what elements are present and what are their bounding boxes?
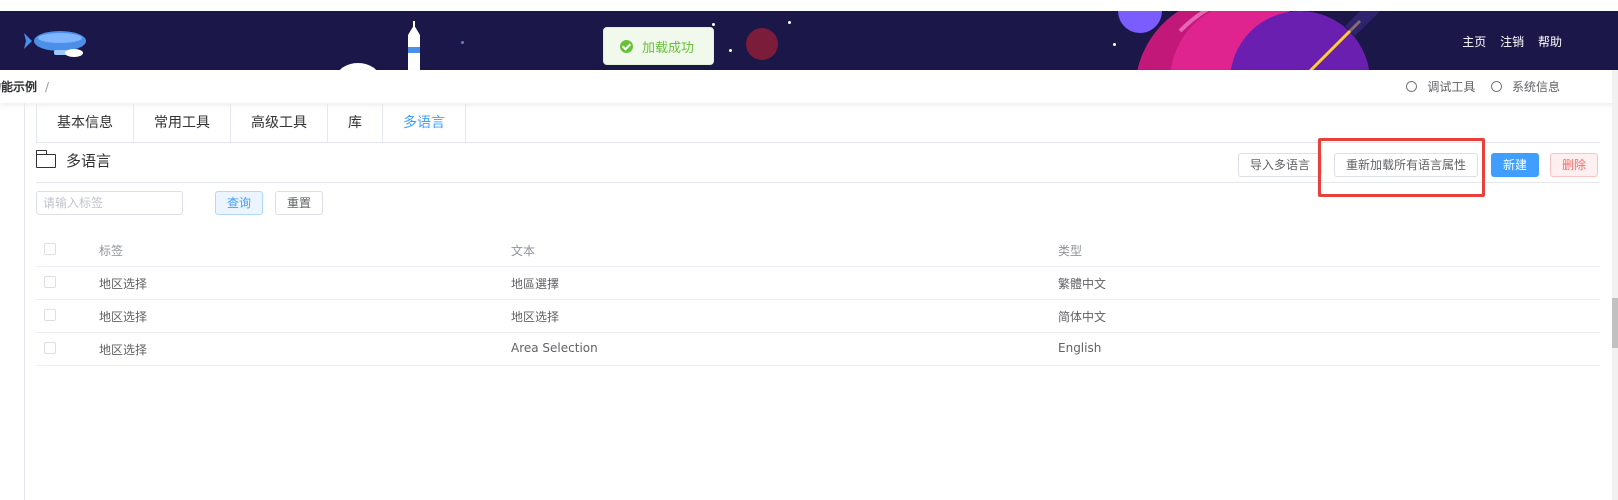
cell-label: 地区选择 — [99, 310, 148, 324]
planet-decoration-icon — [1118, 11, 1380, 70]
cell-text: Area Selection — [511, 341, 598, 355]
row-checkbox[interactable] — [44, 276, 56, 288]
breadcrumb-current[interactable]: 功能示例 — [0, 80, 37, 94]
cell-type: English — [1058, 341, 1102, 355]
new-button[interactable]: 新建 — [1491, 153, 1540, 177]
cell-type: 繁體中文 — [1058, 277, 1107, 291]
gear-icon — [1491, 81, 1503, 92]
debug-tool-link[interactable]: 调试工具 — [1400, 80, 1475, 94]
nav-home-link[interactable]: 主页 — [1462, 35, 1486, 49]
header-tools: 调试工具 系统信息 — [1394, 78, 1560, 95]
tab-advanced-tools[interactable]: 高级工具 — [230, 104, 327, 142]
debug-tool-label: 调试工具 — [1427, 80, 1476, 94]
query-button[interactable]: 查询 — [215, 191, 264, 215]
toast-message: 加载成功 — [642, 40, 695, 56]
cell-type: 简体中文 — [1058, 310, 1107, 324]
moon-decoration-icon — [746, 28, 778, 60]
top-banner: 主页 注销 帮助 — [0, 11, 1618, 70]
top-nav: 主页 注销 帮助 — [1452, 33, 1562, 50]
cell-text: 地區選擇 — [511, 277, 560, 291]
label-search-input[interactable] — [36, 191, 183, 215]
section-header: 多语言 — [35, 149, 112, 171]
scrollbar-thumb[interactable] — [1612, 298, 1618, 348]
star-icon — [461, 41, 464, 44]
row-checkbox[interactable] — [44, 342, 56, 354]
system-info-label: 系统信息 — [1511, 80, 1560, 94]
scrollbar[interactable] — [1612, 70, 1618, 500]
breadcrumb-bar: 功能示例 / 调试工具 系统信息 — [0, 70, 1618, 103]
breadcrumb-separator: / — [45, 80, 50, 94]
star-icon — [788, 21, 791, 24]
tab-library[interactable]: 库 — [327, 104, 382, 142]
section-title: 多语言 — [66, 152, 112, 170]
star-icon — [729, 49, 732, 52]
language-table: 标签 文本 类型 地区选择 地區選擇 繁體中文 地区选择 地区选择 简体中文 地… — [36, 234, 1600, 366]
table-header-row: 标签 文本 类型 — [36, 234, 1600, 267]
star-icon — [712, 23, 715, 26]
import-multilanguage-button[interactable]: 导入多语言 — [1238, 153, 1323, 177]
left-divider — [24, 103, 25, 500]
reset-button[interactable]: 重置 — [275, 191, 324, 215]
debug-icon — [1406, 81, 1418, 92]
cell-label: 地区选择 — [99, 277, 148, 291]
tab-basic-info[interactable]: 基本信息 — [36, 104, 133, 142]
highlight-box — [1318, 138, 1485, 197]
cell-label: 地区选择 — [99, 343, 148, 357]
folder-icon — [35, 149, 56, 168]
table-row[interactable]: 地区选择 Area Selection English — [36, 333, 1600, 366]
table-row[interactable]: 地区选择 地区选择 简体中文 — [36, 300, 1600, 333]
nav-help-link[interactable]: 帮助 — [1538, 35, 1562, 49]
column-header-text: 文本 — [511, 244, 536, 258]
star-icon — [1113, 43, 1116, 46]
table-row[interactable]: 地区选择 地區選擇 繁體中文 — [36, 267, 1600, 300]
tab-common-tools[interactable]: 常用工具 — [133, 104, 230, 142]
delete-button[interactable]: 删除 — [1550, 153, 1599, 177]
system-info-link[interactable]: 系统信息 — [1485, 80, 1560, 94]
select-all-checkbox[interactable] — [44, 243, 56, 255]
row-checkbox[interactable] — [44, 309, 56, 321]
column-header-label: 标签 — [99, 244, 124, 258]
tab-multilanguage[interactable]: 多语言 — [382, 104, 466, 142]
column-header-type: 类型 — [1058, 244, 1083, 258]
check-circle-icon — [620, 39, 633, 53]
blimp-logo-icon — [24, 31, 86, 57]
cell-text: 地区选择 — [511, 310, 560, 324]
nav-logout-link[interactable]: 注销 — [1500, 35, 1524, 49]
breadcrumb: 功能示例 / — [0, 78, 49, 95]
success-toast: 加载成功 — [603, 27, 714, 65]
lighthouse-icon — [339, 21, 420, 70]
